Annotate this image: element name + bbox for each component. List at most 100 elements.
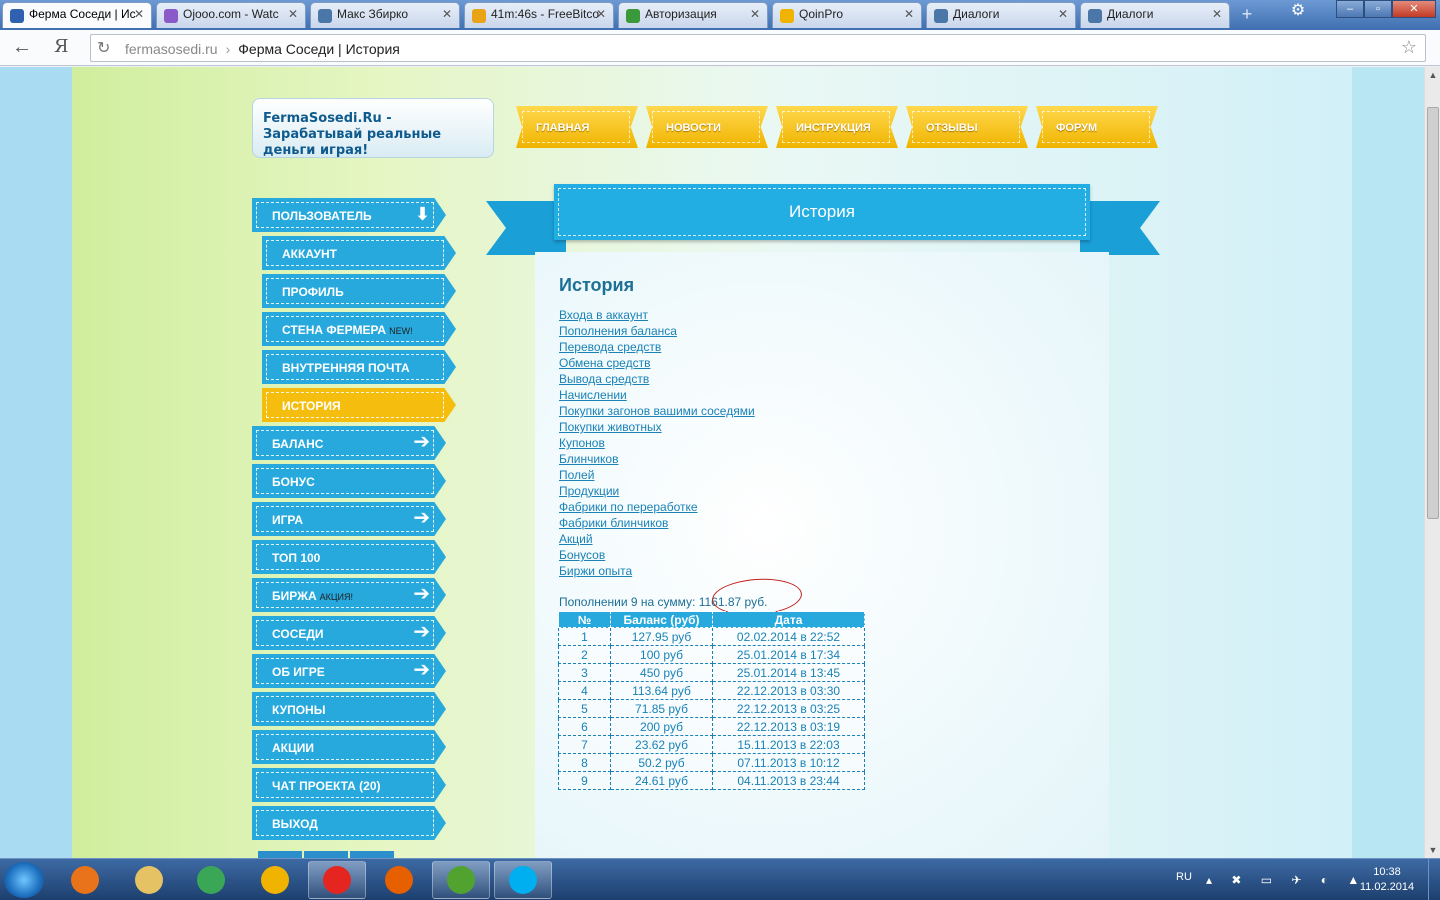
tab-close-icon[interactable]: ✕: [1212, 7, 1222, 21]
skype-icon: [509, 866, 537, 894]
tab-close-icon[interactable]: ✕: [596, 7, 606, 21]
left-menu-item[interactable]: ИГРА ➔: [252, 502, 446, 536]
top-nav-item[interactable]: ГЛАВНАЯ: [516, 106, 638, 148]
address-bar[interactable]: ↻ fermasosedi.ru › Ферма Соседи | История …: [90, 34, 1426, 62]
start-button[interactable]: [4, 862, 44, 898]
page-viewport: FermaSosedi.Ru - Зарабатывай реальные де…: [0, 67, 1424, 858]
left-menu-item[interactable]: КУПОНЫ: [252, 692, 446, 726]
top-nav-item[interactable]: ИНСТРУКЦИЯ: [776, 106, 898, 148]
history-link[interactable]: Полей: [559, 467, 755, 483]
top-nav-item[interactable]: ОТЗЫВЫ: [906, 106, 1028, 148]
skype-taskbar-button[interactable]: [494, 861, 552, 899]
mail-agent-taskbar-button[interactable]: [246, 861, 304, 899]
history-link[interactable]: Продукции: [559, 483, 755, 499]
bookmark-star-icon[interactable]: ☆: [1401, 37, 1417, 58]
table-header-balance: Баланс (руб): [610, 611, 713, 628]
file-explorer-taskbar-button[interactable]: [120, 861, 178, 899]
browser-tab[interactable]: Авторизация ✕: [618, 2, 768, 28]
back-arrow-icon[interactable]: ←: [12, 36, 32, 59]
file-explorer-icon: [135, 866, 163, 894]
left-menu-item[interactable]: АКЦИИ: [252, 730, 446, 764]
left-menu-item[interactable]: ПРОФИЛЬ: [262, 274, 456, 308]
table-cell: 7: [558, 735, 611, 754]
firefox-taskbar-button[interactable]: [370, 861, 428, 899]
url-text[interactable]: fermasosedi.ru › Ферма Соседи | История: [125, 41, 400, 57]
history-link[interactable]: Биржи опыта: [559, 563, 755, 579]
history-link[interactable]: Начислении: [559, 387, 755, 403]
site-logo[interactable]: FermaSosedi.Ru - Зарабатывай реальные де…: [252, 98, 494, 158]
browser-tab[interactable]: Макс Збирко ✕: [310, 2, 460, 28]
page-background-left: [0, 67, 72, 858]
history-link[interactable]: Акций: [559, 531, 755, 547]
top-nav-item[interactable]: ФОРУМ: [1036, 106, 1158, 148]
scrollbar-thumb[interactable]: [1427, 107, 1439, 519]
history-link[interactable]: Купонов: [559, 435, 755, 451]
left-menu-item[interactable]: ЧАТ ПРОЕКТА (20): [252, 768, 446, 802]
left-menu-item[interactable]: БАЛАНС ➔: [252, 426, 446, 460]
left-menu-item[interactable]: ВЫХОД: [252, 806, 446, 840]
history-link[interactable]: Блинчиков: [559, 451, 755, 467]
browser-tab[interactable]: Ферма Соседи | Ис ✕: [2, 2, 152, 28]
left-menu-item[interactable]: СТЕНА ФЕРМЕРА NEW!: [262, 312, 456, 346]
page-background-right: [1352, 67, 1424, 858]
top-nav-item[interactable]: НОВОСТИ: [646, 106, 768, 148]
left-menu-item[interactable]: ОБ ИГРЕ ➔: [252, 654, 446, 688]
scroll-up-arrow-icon[interactable]: ▲: [1425, 67, 1440, 83]
history-link[interactable]: Покупки животных: [559, 419, 755, 435]
history-link[interactable]: Пополнения баланса: [559, 323, 755, 339]
history-link[interactable]: Бонусов: [559, 547, 755, 563]
taskbar-clock[interactable]: 10:38 11.02.2014: [1352, 865, 1422, 895]
scroll-down-arrow-icon[interactable]: ▼: [1425, 842, 1440, 858]
table-cell: 04.11.2013 в 23:44: [712, 771, 865, 790]
system-tray-icons[interactable]: ▴ ✖ ▭ ✈ ◐ ▲: [1206, 873, 1367, 887]
history-link[interactable]: Вывода средств: [559, 371, 755, 387]
utorrent-taskbar-button[interactable]: [432, 861, 490, 899]
history-link[interactable]: Входа в аккаунт: [559, 307, 755, 323]
left-menu-item[interactable]: БОНУС: [252, 464, 446, 498]
left-menu-item[interactable]: ПОЛЬЗОВАТЕЛЬ ⬇: [252, 198, 446, 232]
close-window-button[interactable]: ✕: [1392, 0, 1436, 18]
left-menu-item[interactable]: СОСЕДИ ➔: [252, 616, 446, 650]
show-desktop-button[interactable]: [1428, 859, 1440, 900]
tab-close-icon[interactable]: ✕: [1058, 7, 1068, 21]
vertical-scrollbar[interactable]: ▲ ▼: [1424, 67, 1440, 858]
tab-close-icon[interactable]: ✕: [904, 7, 914, 21]
tab-close-icon[interactable]: ✕: [442, 7, 452, 21]
arrow-right-icon: ➔: [413, 659, 430, 681]
tab-close-icon[interactable]: ✕: [134, 7, 144, 21]
table-cell: 1: [558, 627, 611, 646]
left-menu-item[interactable]: ТОП 100: [252, 540, 446, 574]
chrome-taskbar-button[interactable]: [182, 861, 240, 899]
menu-item-label: ПОЛЬЗОВАТЕЛЬ: [272, 209, 372, 223]
history-link[interactable]: Обмена средств: [559, 355, 755, 371]
menu-item-label: БАЛАНС: [272, 437, 324, 451]
history-link[interactable]: Покупки загонов вашими соседями: [559, 403, 755, 419]
browser-tab[interactable]: Диалоги ✕: [1080, 2, 1230, 28]
browser-tab[interactable]: 41m:46s - FreeBitco ✕: [464, 2, 614, 28]
browser-tab[interactable]: QoinPro ✕: [772, 2, 922, 28]
maximize-button[interactable]: ▫: [1364, 0, 1392, 18]
history-link[interactable]: Фабрики по переработке: [559, 499, 755, 515]
reload-icon[interactable]: ↻: [97, 38, 110, 58]
minimize-button[interactable]: –: [1336, 0, 1364, 18]
yandex-browser-taskbar-button[interactable]: [308, 861, 366, 899]
tab-favicon-icon: [10, 9, 24, 23]
tab-close-icon[interactable]: ✕: [288, 7, 298, 21]
gear-icon[interactable]: ⚙: [1286, 0, 1310, 20]
browser-tab[interactable]: Диалоги ✕: [926, 2, 1076, 28]
language-indicator[interactable]: RU: [1176, 871, 1192, 883]
media-player-taskbar-button[interactable]: [56, 861, 114, 899]
yandex-icon[interactable]: Я: [54, 36, 69, 57]
history-link[interactable]: Перевода средств: [559, 339, 755, 355]
tab-favicon-icon: [472, 9, 486, 23]
left-menu-item[interactable]: АККАУНТ: [262, 236, 456, 270]
left-menu-item[interactable]: БИРЖА АКЦИЯ! ➔: [252, 578, 446, 612]
left-menu-item[interactable]: ВНУТРЕННЯЯ ПОЧТА: [262, 350, 456, 384]
tab-close-icon[interactable]: ✕: [750, 7, 760, 21]
left-menu-item[interactable]: ИСТОРИЯ: [262, 388, 456, 422]
browser-tab[interactable]: Ojooo.com - Watc ✕: [156, 2, 306, 28]
url-separator: ›: [225, 41, 231, 57]
table-cell: 8: [558, 753, 611, 772]
new-tab-button[interactable]: +: [1236, 5, 1258, 23]
history-link[interactable]: Фабрики блинчиков: [559, 515, 755, 531]
